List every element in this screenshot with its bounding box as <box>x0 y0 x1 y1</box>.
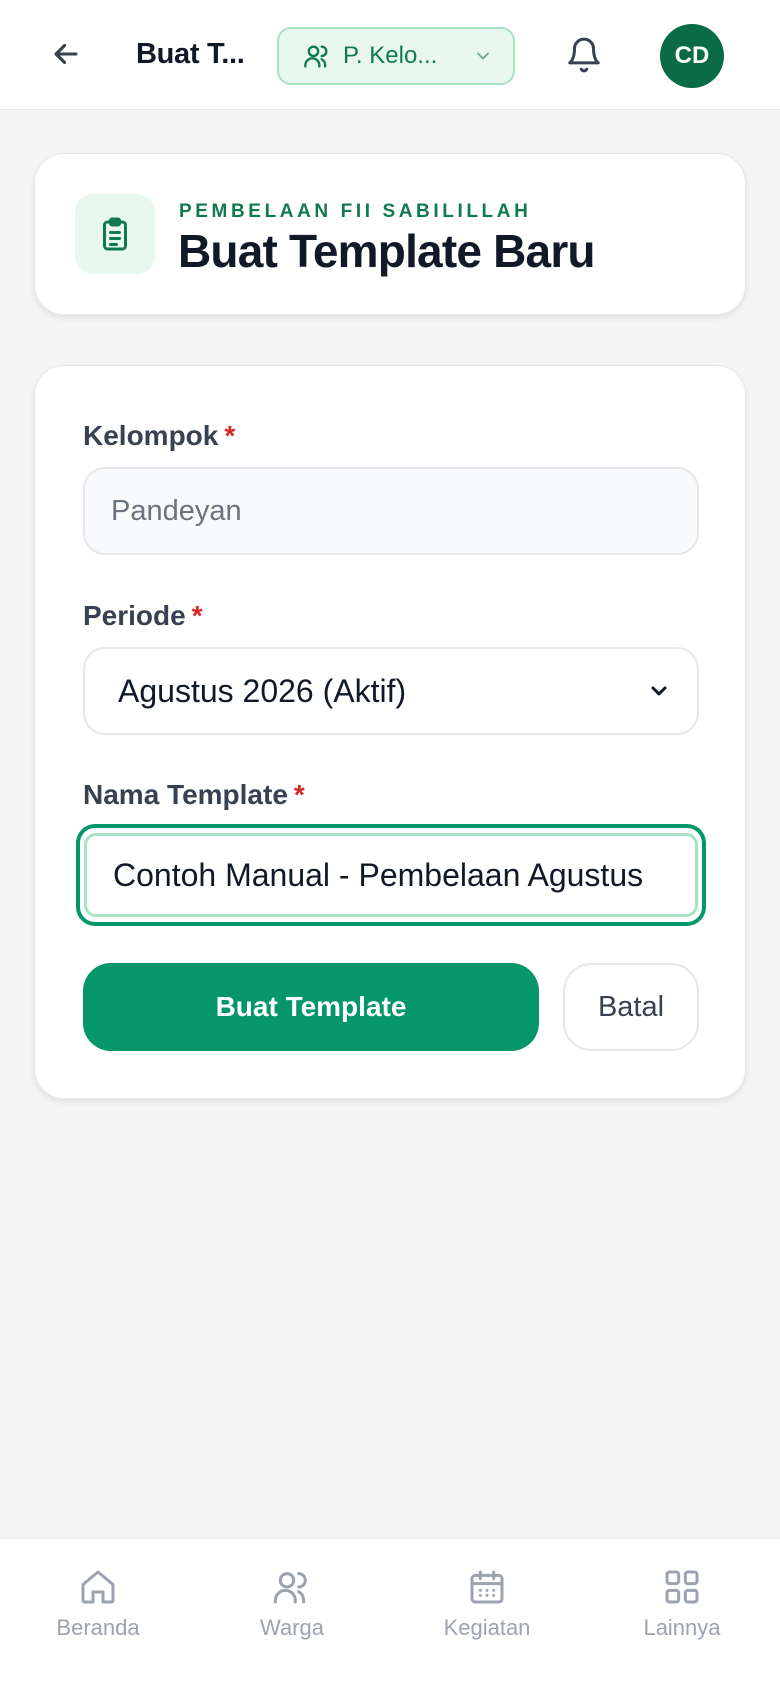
clipboard-icon-box <box>75 194 155 274</box>
nav-label: Lainnya <box>643 1615 721 1640</box>
top-app-bar: Buat T... P. Kelo... CD <box>0 0 780 110</box>
required-mark: * <box>191 600 203 631</box>
chevron-down-icon <box>651 686 667 696</box>
chevron-down-icon <box>477 52 489 60</box>
create-template-button[interactable]: Buat Template <box>83 963 539 1051</box>
kelompok-field: Pandeyan <box>83 467 699 555</box>
group-selector[interactable]: P. Kelo... <box>277 27 515 85</box>
nav-label: Warga <box>260 1615 324 1640</box>
calendar-icon <box>470 1570 504 1604</box>
bell-icon <box>568 37 600 73</box>
periode-select[interactable]: Agustus 2026 (Aktif) <box>83 647 699 735</box>
template-form: Kelompok * Pandeyan Periode * Agustus 2026… <box>34 365 746 1099</box>
kelompok-value: Pandeyan <box>111 494 242 527</box>
kelompok-label: Kelompok * <box>83 420 235 452</box>
nav-label: Beranda <box>56 1615 140 1640</box>
section-eyebrow: PEMBELAAN FII SABILILLAH <box>179 201 532 222</box>
nav-label: Kegiatan <box>443 1615 531 1640</box>
nama-template-input[interactable]: Contoh Manual - Pembelaan Agustus <box>77 825 705 925</box>
nav-item-lainnya[interactable]: Lainnya <box>602 1567 762 1641</box>
arrow-left-icon <box>54 43 78 65</box>
nav-item-beranda[interactable]: Beranda <box>18 1567 178 1641</box>
nama-template-label: Nama Template * <box>83 779 305 811</box>
user-avatar[interactable]: CD <box>660 24 724 88</box>
users-icon <box>304 45 328 68</box>
bottom-navigation: Beranda Warga Kegiatan Lainnya <box>0 1538 780 1688</box>
nama-template-value[interactable]: Contoh Manual - Pembelaan Agustus <box>84 833 698 917</box>
periode-selected-value: Agustus 2026 (Aktif) <box>118 672 407 709</box>
back-button[interactable] <box>44 32 88 76</box>
kelompok-label-text: Kelompok <box>83 420 219 451</box>
required-mark: * <box>224 420 236 451</box>
clipboard-list-icon <box>103 217 127 251</box>
page-heading: Buat Template Baru <box>178 225 596 277</box>
grid-icon <box>665 1570 699 1604</box>
nav-item-kegiatan[interactable]: Kegiatan <box>407 1567 567 1641</box>
page-header-card: PEMBELAAN FII SABILILLAH Buat Template B… <box>34 153 746 315</box>
nav-item-warga[interactable]: Warga <box>212 1567 372 1641</box>
nama-template-label-text: Nama Template <box>83 779 288 810</box>
users-icon <box>273 1572 307 1604</box>
cancel-button[interactable]: Batal <box>563 963 699 1051</box>
required-mark: * <box>293 779 305 810</box>
page-title: Buat T... <box>136 38 245 70</box>
home-icon <box>81 1570 115 1604</box>
periode-label-text: Periode <box>83 600 186 631</box>
periode-label: Periode * <box>83 600 203 632</box>
group-selector-label: P. Kelo... <box>343 42 438 69</box>
notifications-button[interactable] <box>561 32 607 78</box>
